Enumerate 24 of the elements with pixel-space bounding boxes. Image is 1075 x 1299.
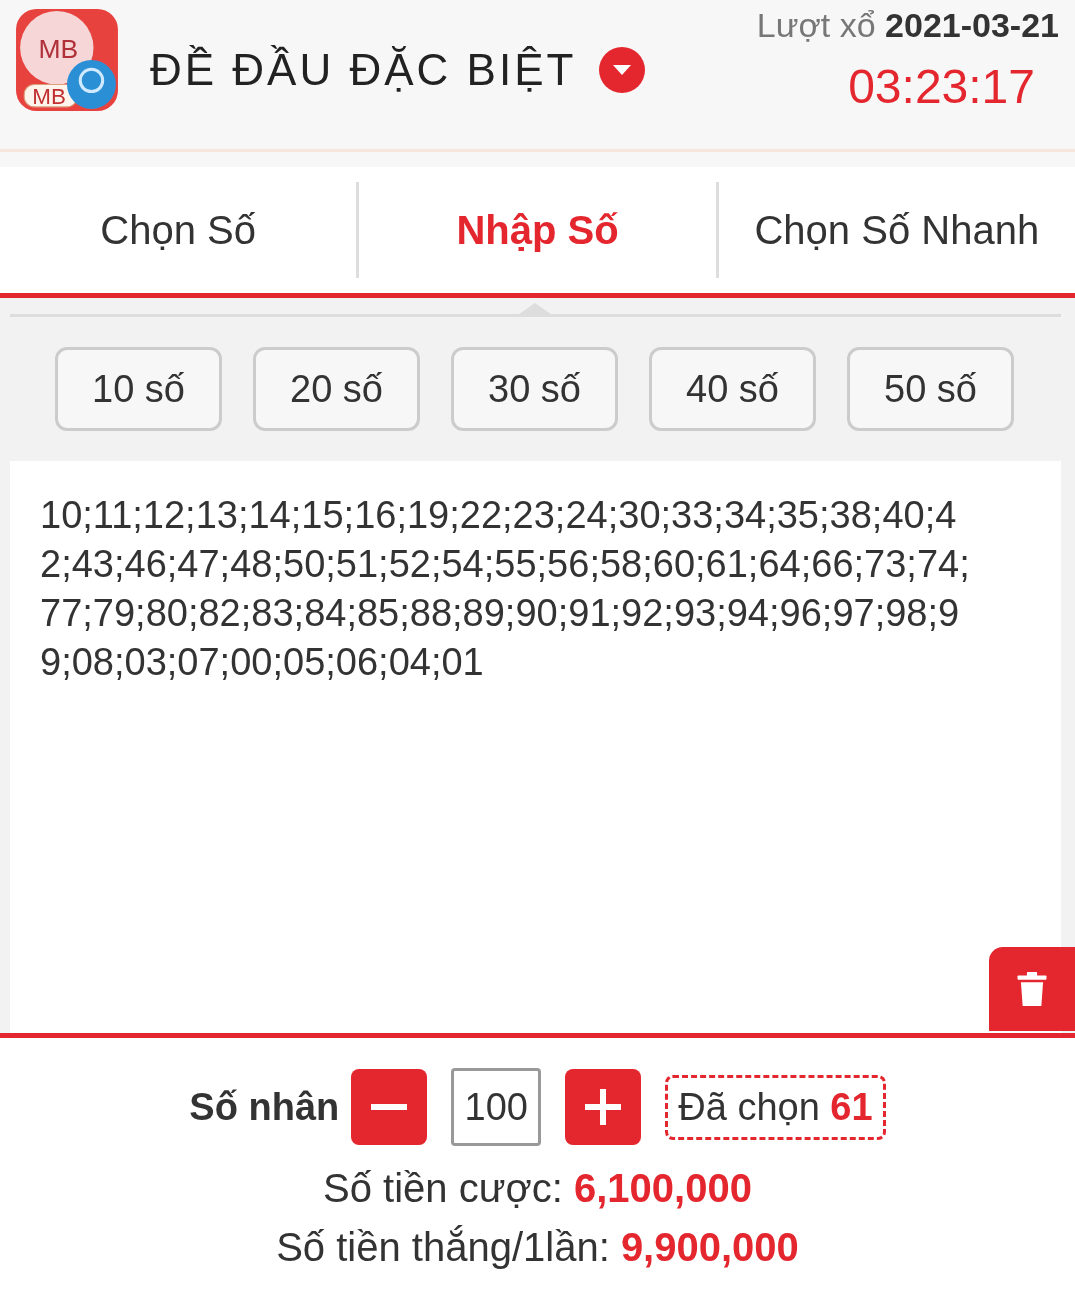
plus-icon	[583, 1087, 624, 1127]
selected-count: Đã chọn 61	[665, 1074, 886, 1140]
quick-pick-button[interactable]: 40 số	[649, 347, 816, 431]
delete-button[interactable]	[989, 947, 1075, 1031]
quick-pick-button[interactable]: 10 số	[55, 347, 222, 431]
amount-text: Số tiền thắng/1lần: 9,900,000	[276, 1225, 799, 1270]
tab[interactable]: Chọn Số	[0, 167, 357, 293]
trash-icon	[1015, 970, 1049, 1008]
quick-pick-button[interactable]: 50 số	[847, 347, 1014, 431]
page-title: ĐỀ ĐẦU ĐẶC BIỆT	[150, 44, 577, 95]
lottery-ball-logo: MB MB	[14, 6, 120, 113]
countdown-timer: 03:23:17	[847, 59, 1035, 114]
amount-text: Số tiền cược: 6,100,000	[323, 1166, 752, 1211]
multiplier-label: Số nhân	[189, 1085, 340, 1129]
quick-pick-button[interactable]: 30 số	[451, 347, 618, 431]
dropdown-icon[interactable]	[598, 45, 647, 94]
multiplier-field[interactable]: 100	[451, 1068, 542, 1146]
plus-button[interactable]	[565, 1069, 642, 1145]
draw-date: Lượt xổ 2021-03-21	[756, 6, 1059, 45]
minus-icon	[371, 1104, 408, 1110]
minus-button[interactable]	[351, 1069, 428, 1145]
tab[interactable]: Nhập Số	[359, 167, 716, 293]
tab[interactable]: Chọn Số Nhanh	[718, 167, 1075, 293]
quick-pick-button[interactable]: 20 số	[253, 347, 420, 431]
